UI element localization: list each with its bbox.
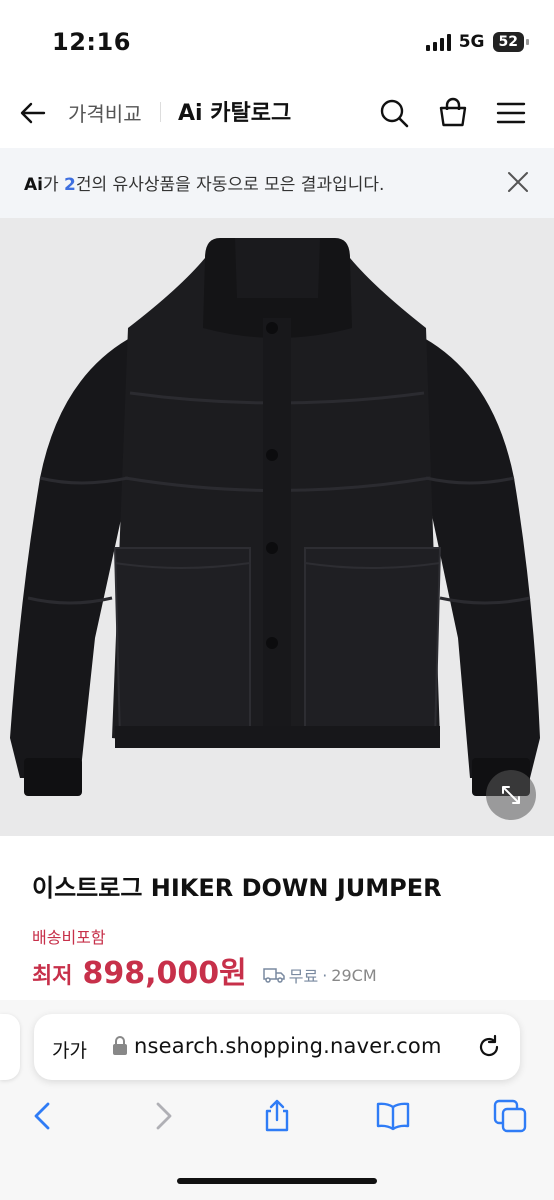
lock-icon [113,1036,127,1055]
menu-icon[interactable] [494,96,528,130]
top-navbar: 가격비교 Ai 카탈로그 [0,80,554,146]
ai-banner-count: 2 [64,175,76,195]
share-icon[interactable] [259,1098,295,1134]
page-title-text: 카탈로그 [210,101,292,126]
tabs-icon[interactable] [492,1098,528,1134]
nav-crumb-price-compare[interactable]: 가격비교 [68,98,142,127]
back-icon[interactable] [26,1098,62,1134]
shipping-included-label: 배송비포함 [32,928,106,947]
status-bar: 12:16 5G 52 [0,0,554,78]
close-icon[interactable] [506,170,530,194]
forward-icon[interactable] [144,1098,180,1134]
ai-banner-text: Ai가 2건의 유사상품을 자동으로 모은 결과입니다. [24,170,384,195]
network-type: 5G [458,32,485,52]
lowest-price: 898,000원 [82,956,247,991]
product-image[interactable] [0,218,554,836]
lowest-price-label: 최저 [32,964,73,989]
status-time: 12:16 [52,28,131,56]
shipping-info: 무료 · 29CM [262,963,377,987]
jacket-illustration [10,238,540,796]
back-arrow-icon[interactable] [18,98,48,128]
battery-level: 52 [498,34,518,50]
signal-icon [425,33,451,51]
home-indicator [177,1178,377,1184]
seller-name[interactable]: 29CM [331,966,376,985]
expand-image-button[interactable] [486,770,536,820]
status-indicators: 5G 52 [425,32,530,52]
page-title: Ai 카탈로그 [178,95,291,127]
battery-icon: 52 [492,32,530,52]
dot-separator: · [322,965,328,985]
expand-icon [502,786,520,804]
product-title: 이스트로그 HIKER DOWN JUMPER [32,874,442,902]
shopping-bag-icon[interactable] [436,96,470,130]
ai-banner-prefix: 가 [42,175,65,195]
text-size-button[interactable]: 가가 [52,1036,87,1063]
ai-similar-products-banner: Ai가 2건의 유사상품을 자동으로 모은 결과입니다. [0,148,554,218]
nav-divider [160,102,161,122]
previous-tab-peek[interactable] [0,1014,20,1080]
bookmarks-icon[interactable] [375,1098,411,1134]
delivery-truck-icon [262,968,285,983]
price-row: 최저 898,000원 무료 · 29CM [32,948,377,992]
url-text[interactable]: nsearch.shopping.naver.com [134,1034,442,1058]
ai-mark: Ai [24,175,43,195]
shipping-fee: 무료 [288,967,319,986]
reload-icon[interactable] [476,1034,502,1060]
search-icon[interactable] [377,96,411,130]
ai-banner-suffix: 건의 유사상품을 자동으로 모은 결과입니다. [75,175,385,195]
ai-logo: Ai [178,101,203,126]
address-bar[interactable]: 가가 nsearch.shopping.naver.com [34,1014,520,1080]
